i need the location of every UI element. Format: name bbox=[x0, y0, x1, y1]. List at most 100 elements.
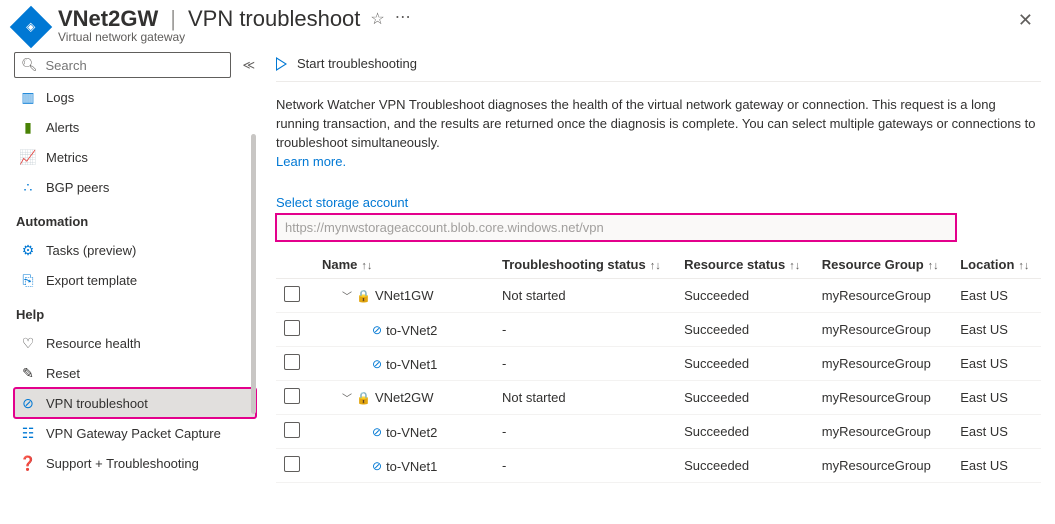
row-ts: - bbox=[494, 347, 676, 381]
vpn-troubleshoot-icon: ⊘ bbox=[20, 395, 36, 411]
table-row[interactable]: ﹀ 🔒 VNet1GW Not started Succeeded myResour… bbox=[276, 279, 1041, 313]
row-rs: Succeeded bbox=[676, 381, 814, 415]
sidebar: 🔍︎ ≪ ▥ Logs ▮ Alerts 📈 Metrics ∴ BGP pee… bbox=[0, 44, 256, 491]
blade-header: ◈ VNet2GW | VPN troubleshoot ☆ ⋯ Virtual… bbox=[0, 0, 1055, 44]
sidebar-item-vpn-troubleshoot[interactable]: ⊘ VPN troubleshoot bbox=[14, 388, 256, 418]
row-name: VNet1GW bbox=[375, 288, 434, 303]
sort-icon[interactable]: ↑↓ bbox=[928, 260, 939, 272]
search-icon: 🔍︎ bbox=[21, 57, 38, 73]
row-rg: myResourceGroup bbox=[814, 381, 952, 415]
table-row[interactable]: ⊘ to-VNet2 - Succeeded myResourceGroup Ea… bbox=[276, 313, 1041, 347]
row-ts: - bbox=[494, 415, 676, 449]
connection-icon: ⊘ bbox=[372, 323, 382, 337]
row-name: to-VNet2 bbox=[386, 425, 437, 440]
row-rs: Succeeded bbox=[676, 279, 814, 313]
row-name: to-VNet1 bbox=[386, 459, 437, 474]
row-rg: myResourceGroup bbox=[814, 347, 952, 381]
sidebar-item-tasks[interactable]: ⚙ Tasks (preview) bbox=[14, 235, 256, 265]
main-content: Start troubleshooting Network Watcher VP… bbox=[256, 44, 1055, 491]
start-troubleshooting-button[interactable]: Start troubleshooting bbox=[276, 56, 417, 71]
connection-icon: ⊘ bbox=[372, 459, 382, 473]
table-row[interactable]: ⊘ to-VNet1 - Succeeded myResourceGroup Ea… bbox=[276, 449, 1041, 483]
table-row[interactable]: ⊘to-VNet1 - Succeeded myResourceGroup Ea… bbox=[276, 347, 1041, 381]
sidebar-search[interactable]: 🔍︎ bbox=[14, 52, 231, 78]
row-ts: Not started bbox=[494, 279, 676, 313]
more-menu-icon[interactable]: ⋯ bbox=[395, 7, 412, 27]
row-loc: East US bbox=[952, 381, 1041, 415]
row-checkbox[interactable] bbox=[284, 354, 300, 370]
resources-table: Name ↑↓ Troubleshooting status ↑↓ Resource… bbox=[276, 251, 1041, 483]
row-rg: myResourceGroup bbox=[814, 449, 952, 483]
sort-icon[interactable]: ↑↓ bbox=[1018, 260, 1029, 272]
row-loc: East US bbox=[952, 279, 1041, 313]
row-rg: myResourceGroup bbox=[814, 415, 952, 449]
sidebar-item-packet-capture[interactable]: ☷ VPN Gateway Packet Capture bbox=[14, 418, 256, 448]
row-loc: East US bbox=[952, 449, 1041, 483]
row-checkbox[interactable] bbox=[284, 320, 300, 336]
row-rs: Succeeded bbox=[676, 415, 814, 449]
row-checkbox[interactable] bbox=[284, 388, 300, 404]
sort-icon[interactable]: ↑↓ bbox=[361, 260, 372, 272]
favorite-star-icon[interactable]: ☆ bbox=[370, 9, 384, 29]
close-blade-button[interactable]: ✕ bbox=[1010, 6, 1041, 35]
select-storage-link[interactable]: Select storage account bbox=[276, 195, 408, 210]
alerts-icon: ▮ bbox=[20, 119, 36, 135]
sidebar-item-support[interactable]: ❓ Support + Troubleshooting bbox=[14, 448, 256, 478]
sidebar-item-reset[interactable]: ✎ Reset bbox=[14, 358, 256, 388]
search-input[interactable] bbox=[44, 57, 224, 74]
row-name: VNet2GW bbox=[375, 390, 434, 405]
row-ts: - bbox=[494, 449, 676, 483]
sidebar-section-help: Help bbox=[14, 295, 256, 328]
resource-icon: ◈ bbox=[10, 6, 52, 48]
capture-icon: ☷ bbox=[20, 425, 36, 441]
sidebar-item-metrics[interactable]: 📈 Metrics bbox=[14, 142, 256, 172]
resource-type-label: Virtual network gateway bbox=[58, 30, 1010, 44]
sort-icon[interactable]: ↑↓ bbox=[789, 260, 800, 272]
row-rg: myResourceGroup bbox=[814, 279, 952, 313]
row-ts: Not started bbox=[494, 381, 676, 415]
connection-icon: ⊘ bbox=[372, 425, 382, 439]
col-loc[interactable]: Location bbox=[960, 257, 1014, 272]
sidebar-section-automation: Automation bbox=[14, 202, 256, 235]
col-rs[interactable]: Resource status bbox=[684, 257, 785, 272]
col-ts[interactable]: Troubleshooting status bbox=[502, 257, 646, 272]
row-rs: Succeeded bbox=[676, 449, 814, 483]
sort-icon[interactable]: ↑↓ bbox=[650, 260, 661, 272]
gateway-icon: 🔒 bbox=[356, 289, 371, 303]
row-checkbox[interactable] bbox=[284, 422, 300, 438]
row-rs: Succeeded bbox=[676, 313, 814, 347]
sidebar-item-logs[interactable]: ▥ Logs bbox=[14, 82, 256, 112]
row-ts: - bbox=[494, 313, 676, 347]
row-name: to-VNet1 bbox=[386, 357, 437, 372]
storage-account-input[interactable] bbox=[276, 214, 956, 241]
row-rg: myResourceGroup bbox=[814, 313, 952, 347]
resource-name: VNet2GW bbox=[58, 6, 158, 32]
row-checkbox[interactable] bbox=[284, 456, 300, 472]
expand-caret-icon[interactable]: ﹀ bbox=[342, 288, 352, 303]
tasks-icon: ⚙ bbox=[20, 242, 36, 258]
learn-more-link[interactable]: Learn more. bbox=[276, 154, 346, 169]
row-loc: East US bbox=[952, 313, 1041, 347]
sidebar-item-resource-health[interactable]: ♡ Resource health bbox=[14, 328, 256, 358]
col-name[interactable]: Name bbox=[322, 257, 357, 272]
intro-text: Network Watcher VPN Troubleshoot diagnos… bbox=[276, 82, 1041, 175]
row-loc: East US bbox=[952, 347, 1041, 381]
row-name: to-VNet2 bbox=[386, 323, 437, 338]
gateway-icon: 🔒 bbox=[356, 391, 371, 405]
sidebar-item-export-template[interactable]: ⎘ Export template bbox=[14, 265, 256, 295]
col-rg[interactable]: Resource Group bbox=[822, 257, 924, 272]
metrics-icon: 📈 bbox=[20, 149, 36, 165]
support-icon: ❓ bbox=[20, 455, 36, 471]
row-checkbox[interactable] bbox=[284, 286, 300, 302]
table-row[interactable]: ⊘ to-VNet2 - Succeeded myResourceGroup Ea… bbox=[276, 415, 1041, 449]
sidebar-item-bgp[interactable]: ∴ BGP peers bbox=[14, 172, 256, 202]
row-loc: East US bbox=[952, 415, 1041, 449]
table-row[interactable]: ﹀ 🔒 VNet2GW Not started Succeeded myResour… bbox=[276, 381, 1041, 415]
expand-caret-icon[interactable]: ﹀ bbox=[342, 390, 352, 405]
connection-icon: ⊘ bbox=[372, 357, 382, 371]
export-icon: ⎘ bbox=[20, 272, 36, 288]
logs-icon: ▥ bbox=[20, 89, 36, 105]
heart-icon: ♡ bbox=[20, 335, 36, 351]
page-title: VPN troubleshoot bbox=[188, 6, 360, 32]
sidebar-item-alerts[interactable]: ▮ Alerts bbox=[14, 112, 256, 142]
